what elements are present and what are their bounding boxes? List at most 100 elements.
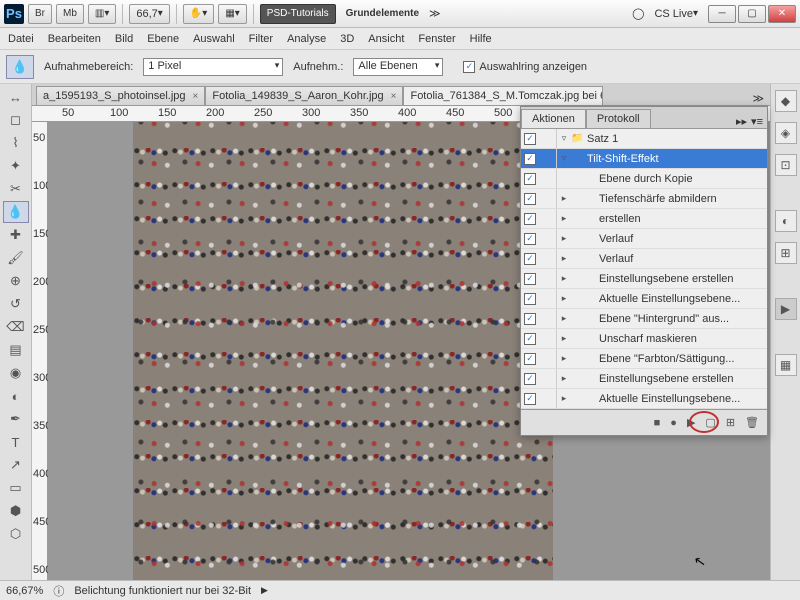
actions-icon[interactable]: ▶	[775, 298, 797, 320]
menu-analyse[interactable]: Analyse	[287, 33, 326, 45]
actions-panel: Aktionen Protokoll ▸▸ ▾≡ ✓▿📁Satz 1✓▿Tilt-…	[520, 106, 768, 436]
actions-footer: ■ ● ▶ ▢ ⊞ 🗑	[521, 409, 767, 435]
action-step[interactable]: ✓▸Unscharf maskieren	[521, 329, 767, 349]
action-set[interactable]: ✓▿📁Satz 1	[521, 129, 767, 149]
paths-icon[interactable]: ⊡	[775, 154, 797, 176]
styles-icon[interactable]: ⊞	[775, 242, 797, 264]
menu-bearbeiten[interactable]: Bearbeiten	[48, 33, 101, 45]
workspace-sub[interactable]: Grundelemente	[340, 4, 425, 24]
menu-auswahl[interactable]: Auswahl	[193, 33, 235, 45]
3d-tool[interactable]: ⬢	[3, 500, 29, 522]
cslive-button[interactable]: CS Live ▾	[648, 4, 704, 24]
menu-filter[interactable]: Filter	[249, 33, 273, 45]
titlebar: Ps Br Mb ▥▾ 66,7 ▾ ✋▾ ▦▾ PSD-Tutorials G…	[0, 0, 800, 28]
layout-button[interactable]: ▥▾	[88, 4, 116, 24]
action-step[interactable]: ✓▸erstellen	[521, 209, 767, 229]
workspace-primary[interactable]: PSD-Tutorials	[260, 4, 336, 24]
workspace-more-icon[interactable]: ≫	[429, 7, 441, 20]
right-dock: ◆ ◈ ⊡ ◐ ⊞ ▶ ▦	[770, 84, 800, 580]
tab-2[interactable]: Fotolia_149839_S_Aaron_Kohr.jpg×	[205, 86, 403, 105]
tab-1[interactable]: a_1595193_S_photoinsel.jpg×	[36, 86, 205, 105]
action-step[interactable]: ✓▸Einstellungsebene erstellen	[521, 369, 767, 389]
action-step[interactable]: ✓▸Aktuelle Einstellungsebene...	[521, 289, 767, 309]
menu-ebene[interactable]: Ebene	[147, 33, 179, 45]
path-tool[interactable]: ↗	[3, 454, 29, 476]
dodge-tool[interactable]: ◐	[3, 385, 29, 407]
shape-tool[interactable]: ▭	[3, 477, 29, 499]
status-info-icon: ⓘ	[53, 583, 64, 599]
minimize-button[interactable]: ─	[708, 5, 736, 23]
lasso-tool[interactable]: ⌇	[3, 132, 29, 154]
wand-tool[interactable]: ✦	[3, 155, 29, 177]
app-logo: Ps	[4, 4, 24, 24]
flyout-menu-icon[interactable]: ▾≡	[751, 115, 763, 128]
adjustments-icon[interactable]: ◐	[775, 210, 797, 232]
eyedropper-tool-icon[interactable]: 💧	[6, 55, 34, 79]
action-step[interactable]: ✓Ebene durch Kopie	[521, 169, 767, 189]
close-button[interactable]: ✕	[768, 5, 796, 23]
3d-camera-tool[interactable]: ⬡	[3, 523, 29, 545]
marquee-tool[interactable]: ◻	[3, 109, 29, 131]
menu-hilfe[interactable]: Hilfe	[470, 33, 492, 45]
ruler-vertical: 50100150200250300350400450500	[32, 122, 48, 580]
swatches-icon[interactable]: ▦	[775, 354, 797, 376]
bridge-button[interactable]: Br	[28, 4, 52, 24]
pen-tool[interactable]: ✒	[3, 408, 29, 430]
eraser-tool[interactable]: ⌫	[3, 316, 29, 338]
blur-tool[interactable]: ◉	[3, 362, 29, 384]
collapse-icon[interactable]: ▸▸	[736, 115, 747, 128]
menu-fenster[interactable]: Fenster	[418, 33, 455, 45]
zoom-level[interactable]: 66,7 ▾	[129, 4, 169, 24]
crop-tool[interactable]: ✂	[3, 178, 29, 200]
action-step[interactable]: ✓▸Verlauf	[521, 249, 767, 269]
history-tab[interactable]: Protokoll	[586, 109, 651, 128]
record-icon[interactable]: ●	[670, 417, 677, 429]
action-step[interactable]: ✓▸Einstellungsebene erstellen	[521, 269, 767, 289]
action-step[interactable]: ✓▸Aktuelle Einstellungsebene...	[521, 389, 767, 409]
close-icon[interactable]: ×	[391, 91, 397, 102]
sample-size-select[interactable]: 1 Pixel	[143, 58, 283, 76]
trash-icon[interactable]: 🗑	[745, 416, 759, 429]
annotation-circle	[689, 411, 719, 433]
view-button[interactable]: ▦▾	[218, 4, 246, 24]
hand-tool-button[interactable]: ✋▾	[183, 4, 214, 24]
document-tabs: a_1595193_S_photoinsel.jpg× Fotolia_1498…	[32, 84, 770, 106]
options-bar: 💧 Aufnahmebereich: 1 Pixel Aufnehm.: All…	[0, 50, 800, 84]
eyedropper-tool[interactable]: 💧	[3, 201, 29, 223]
menu-datei[interactable]: Datei	[8, 33, 34, 45]
maximize-button[interactable]: ▢	[738, 5, 766, 23]
minibridge-button[interactable]: Mb	[56, 4, 84, 24]
gradient-tool[interactable]: ▤	[3, 339, 29, 361]
status-message: Belichtung funktioniert nur bei 32-Bit	[74, 585, 251, 597]
stop-icon[interactable]: ■	[654, 417, 661, 429]
action-step[interactable]: ✓▸Ebene "Hintergrund" aus...	[521, 309, 767, 329]
tabs-overflow-icon[interactable]: ≫	[746, 92, 770, 105]
stamp-tool[interactable]: ⊕	[3, 270, 29, 292]
cslive-icon: ◯	[632, 7, 644, 20]
menu-3d[interactable]: 3D	[340, 33, 354, 45]
menubar: Datei Bearbeiten Bild Ebene Auswahl Filt…	[0, 28, 800, 50]
action-step[interactable]: ✓▸Tiefenschärfe abmildern	[521, 189, 767, 209]
sample-layers-select[interactable]: Alle Ebenen	[353, 58, 443, 76]
tab-3[interactable]: Fotolia_761384_S_M.Tomczak.jpg bei 66,7%…	[403, 86, 603, 105]
history-brush-tool[interactable]: ↺	[3, 293, 29, 315]
menu-ansicht[interactable]: Ansicht	[368, 33, 404, 45]
sample-layers-label: Aufnehm.:	[293, 61, 343, 73]
status-arrow-icon[interactable]: ▶	[261, 585, 268, 596]
layers-icon[interactable]: ◆	[775, 90, 797, 112]
actions-tab[interactable]: Aktionen	[521, 109, 586, 128]
brush-tool[interactable]: 🖌	[3, 247, 29, 269]
new-action-icon[interactable]: ⊞	[726, 416, 735, 429]
type-tool[interactable]: T	[3, 431, 29, 453]
move-tool[interactable]: ↔	[3, 86, 29, 108]
heal-tool[interactable]: ✚	[3, 224, 29, 246]
toolbox: ↔ ◻ ⌇ ✦ ✂ 💧 ✚ 🖌 ⊕ ↺ ⌫ ▤ ◉ ◐ ✒ T ↗ ▭ ⬢ ⬡	[0, 84, 32, 580]
action-step[interactable]: ✓▸Verlauf	[521, 229, 767, 249]
status-zoom[interactable]: 66,67%	[6, 585, 43, 597]
channels-icon[interactable]: ◈	[775, 122, 797, 144]
menu-bild[interactable]: Bild	[115, 33, 133, 45]
sampling-ring-checkbox[interactable]: ✓	[463, 61, 475, 73]
action-step[interactable]: ✓▸Ebene "Farbton/Sättigung...	[521, 349, 767, 369]
action-selected[interactable]: ✓▿Tilt-Shift-Effekt	[521, 149, 767, 169]
close-icon[interactable]: ×	[193, 91, 199, 102]
